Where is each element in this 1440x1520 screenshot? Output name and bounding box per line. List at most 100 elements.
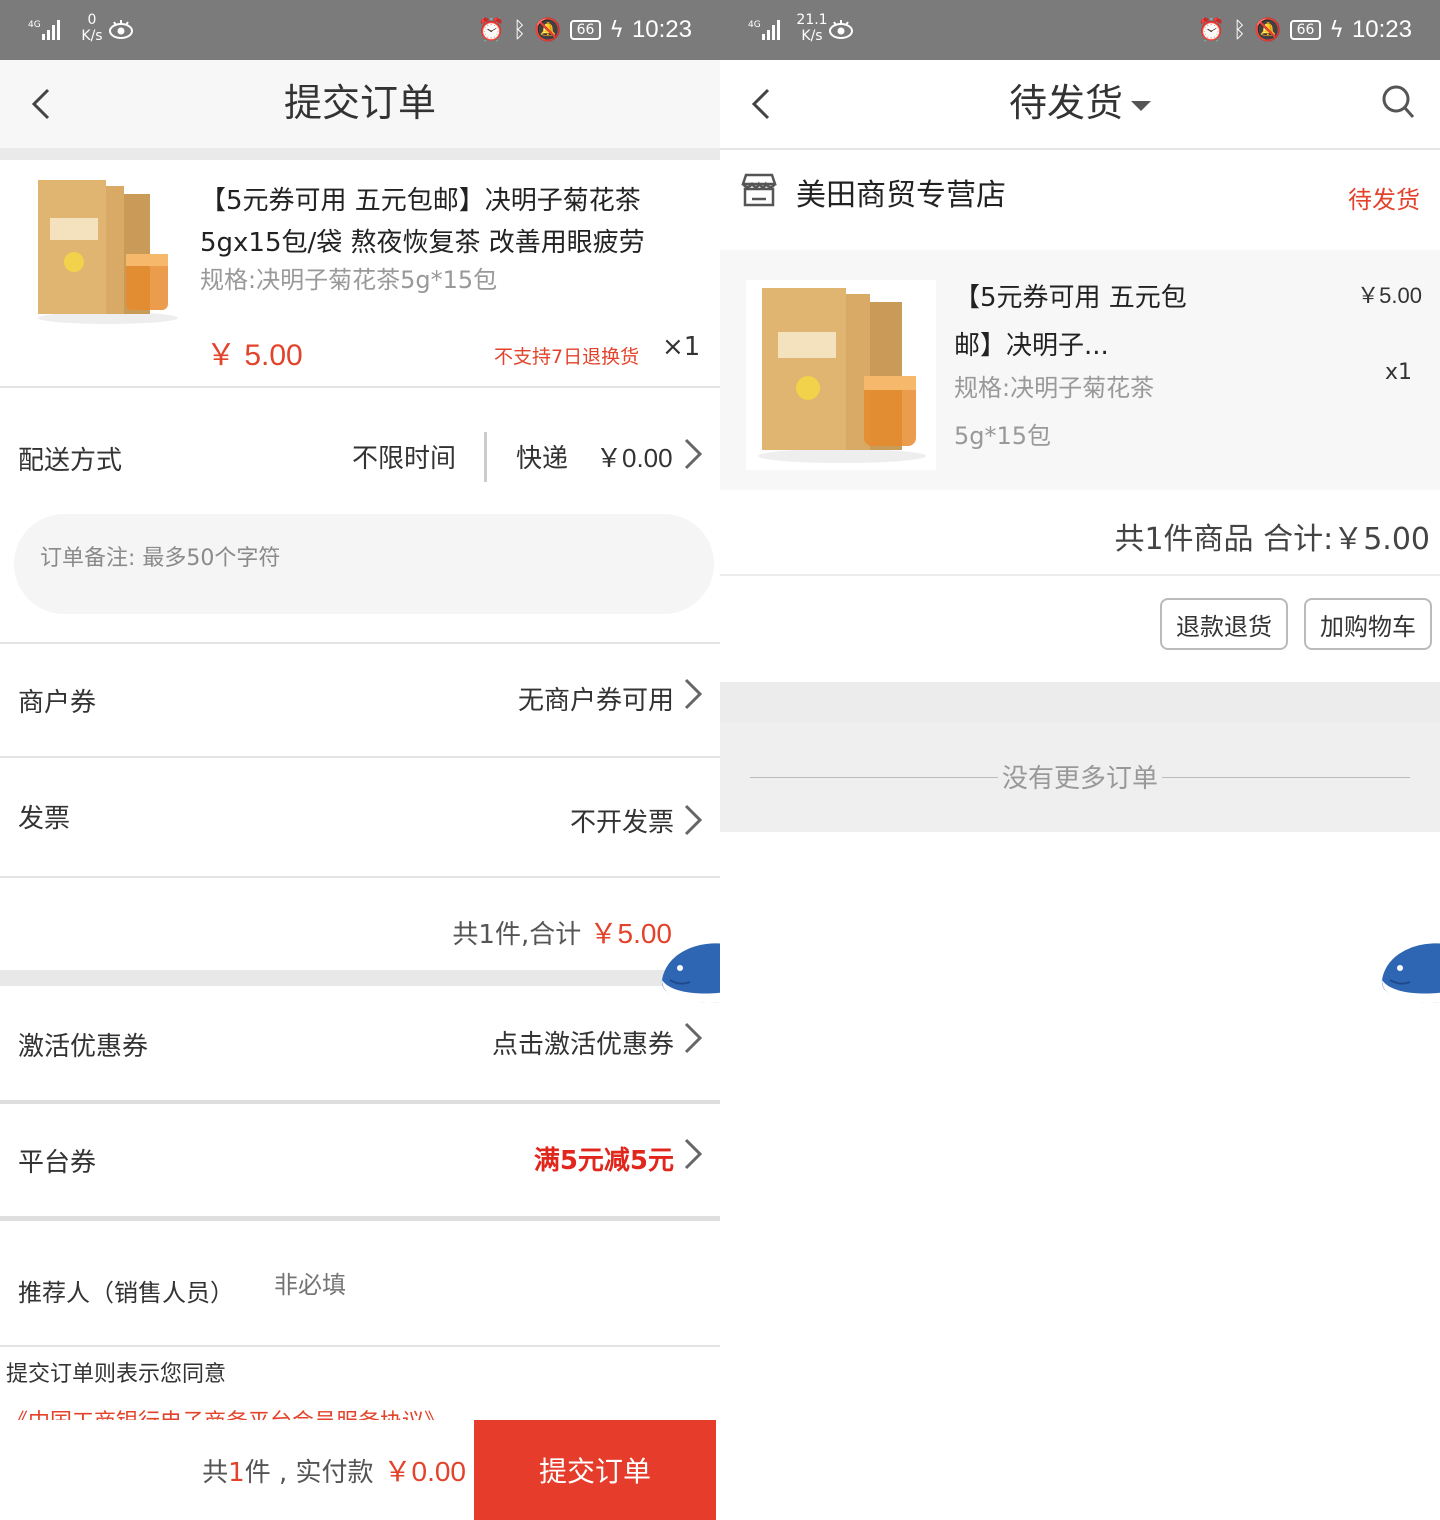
bottom-bar: 共1件 , 实付款 ￥0.00 提交订单 (0, 1420, 720, 1520)
whale-mascot-icon[interactable] (656, 940, 720, 1004)
system-icons: ⏰ ᛒ 🔕 66 ϟ 10:23 (1198, 14, 1412, 46)
clock: 10:23 (631, 16, 692, 43)
shop-name: 美田商贸专营店 (796, 178, 1006, 213)
product-spec: 规格:决明子菊花茶5g*15包 (200, 266, 498, 294)
product-price: ￥5.00 (1357, 283, 1422, 308)
activate-coupon-row[interactable]: 激活优惠券 点击激活优惠券 (0, 986, 720, 1100)
charging-icon: ϟ (609, 17, 624, 43)
order-filter-dropdown[interactable]: 待发货 (720, 78, 1440, 128)
order-summary: 共1件商品 合计:￥5.00 (720, 490, 1440, 576)
order-status: 待发货 (1348, 186, 1420, 214)
referrer-label: 推荐人（销售人员） (18, 1279, 234, 1307)
payable-prefix: 共 (202, 1458, 229, 1488)
page-title: 待发货 (1008, 81, 1123, 125)
remark-input[interactable] (40, 546, 660, 571)
merchant-coupon-label: 商户券 (18, 688, 97, 718)
product-name: 【5元券可用 五元包邮】决明子菊花茶5gx15包/袋 熬夜恢复茶 改善用眼疲劳 (200, 186, 645, 258)
chevron-right-icon (684, 1022, 703, 1054)
activate-coupon-value: 点击激活优惠券 (491, 1030, 674, 1060)
activate-coupon-label: 激活优惠券 (18, 1032, 149, 1062)
order-summary-text: 共1件商品 合计:￥5.00 (1114, 522, 1430, 557)
delivery-fee: ￥0.00 (596, 443, 673, 473)
divider (0, 876, 720, 878)
platform-coupon-row[interactable]: 平台券 满5元减5元 (0, 1104, 720, 1216)
network-speed: 21.1 K/s (796, 12, 828, 44)
battery-icon: 66 (1289, 20, 1322, 40)
product-image (38, 180, 178, 324)
product-spec: 规格:决明子菊花茶5g*15包 (954, 374, 1155, 450)
payable-suffix: 件 , 实付款 (244, 1458, 374, 1488)
shop-header[interactable]: 美田商贸专营店 待发货 (720, 150, 1440, 250)
platform-coupon-label: 平台券 (18, 1148, 97, 1178)
nav-bar: 提交订单 (0, 60, 720, 148)
chevron-right-icon (684, 804, 703, 836)
chevron-right-icon (684, 678, 703, 710)
order-actions: 退款退货 加购物车 (720, 576, 1440, 682)
alarm-icon: ⏰ (477, 17, 505, 43)
delivery-divider (484, 432, 487, 482)
clock: 10:23 (1351, 16, 1412, 43)
delivery-label: 配送方式 (18, 446, 123, 476)
signal-icon: 4G (28, 20, 60, 40)
no-more-orders: 没有更多订单 (720, 722, 1440, 832)
whale-mascot-icon[interactable] (1376, 940, 1440, 1004)
referrer-row: 推荐人（销售人员） (0, 1221, 720, 1345)
submit-order-button[interactable]: 提交订单 (474, 1420, 716, 1520)
order-remark[interactable] (14, 514, 714, 614)
product-price: ￥ 5.00 (206, 339, 303, 372)
section-gap (0, 970, 720, 986)
invoice-value: 不开发票 (569, 808, 674, 838)
eye-comfort-icon (829, 20, 853, 39)
product-quantity: x1 (1384, 360, 1412, 385)
caret-down-icon (1131, 100, 1151, 111)
payable-amount: ￥0.00 (383, 1456, 467, 1487)
orders-screen: 4G 21.1 K/s ⏰ ᛒ 🔕 66 ϟ 10:23 待发货 美田商贸专营店… (720, 0, 1440, 1520)
signal-icon: 4G (748, 20, 780, 40)
chevron-right-icon (684, 438, 703, 470)
merchant-coupon-row[interactable]: 商户券 无商户券可用 (0, 644, 720, 756)
add-to-cart-button[interactable]: 加购物车 (1304, 598, 1432, 650)
status-bar: 4G 0 K/s ⏰ ᛒ 🔕 66 ϟ 10:23 (0, 0, 720, 60)
search-icon[interactable] (1380, 82, 1416, 122)
submit-order-screen: 4G 0 K/s ⏰ ᛒ 🔕 66 ϟ 10:23 提交订单 【5元券可用 五元… (0, 0, 720, 1520)
agreement-text: 提交订单则表示您同意 (6, 1362, 227, 1387)
referrer-input[interactable] (274, 1271, 674, 1299)
order-total: 共1件,合计 ￥5.00 (452, 912, 672, 952)
mute-icon: 🔕 (1254, 17, 1282, 43)
invoice-row[interactable]: 发票 不开发票 (0, 758, 720, 876)
system-icons: ⏰ ᛒ 🔕 66 ϟ 10:23 (478, 14, 692, 46)
delivery-method: 快递 (516, 444, 569, 474)
divider (0, 1345, 720, 1347)
eye-comfort-icon (109, 20, 133, 39)
delivery-row[interactable]: 配送方式 不限时间 快递 ￥0.00 (0, 390, 720, 514)
charging-icon: ϟ (1329, 17, 1344, 43)
svg-text:4G: 4G (28, 20, 41, 30)
network-speed: 0 K/s (81, 12, 103, 44)
chevron-right-icon (684, 1138, 703, 1170)
merchant-coupon-value: 无商户券可用 (517, 686, 674, 716)
product-name: 【5元券可用 五元包邮】决明子... (954, 283, 1187, 361)
status-bar: 4G 21.1 K/s ⏰ ᛒ 🔕 66 ϟ 10:23 (720, 0, 1440, 60)
platform-coupon-value: 满5元减5元 (533, 1146, 674, 1176)
svg-text:4G: 4G (748, 20, 761, 30)
bluetooth-icon: ᛒ (512, 17, 527, 43)
bluetooth-icon: ᛒ (1232, 17, 1247, 43)
nav-gap (0, 148, 720, 160)
section-gap (720, 682, 1440, 722)
payable-summary: 共1件 , 实付款 ￥0.00 (202, 1450, 466, 1490)
invoice-label: 发票 (18, 804, 71, 834)
return-policy: 不支持7日退换货 (494, 346, 640, 368)
refund-return-button[interactable]: 退款退货 (1160, 598, 1288, 650)
delivery-time: 不限时间 (352, 444, 457, 474)
mute-icon: 🔕 (534, 17, 562, 43)
payable-count: 1 (228, 1458, 245, 1488)
product-quantity: ×1 (662, 332, 701, 362)
battery-icon: 66 (569, 20, 602, 40)
no-more-text: 没有更多订单 (997, 764, 1162, 794)
alarm-icon: ⏰ (1197, 17, 1225, 43)
no-more-wrap: 没有更多订单 (720, 758, 1440, 795)
product-card[interactable]: 【5元券可用 五元包邮】决明子菊花茶5gx15包/袋 熬夜恢复茶 改善用眼疲劳 … (0, 160, 720, 388)
page-title: 提交订单 (283, 81, 436, 125)
product-image (746, 280, 936, 470)
order-item[interactable]: 【5元券可用 五元包邮】决明子... 规格:决明子菊花茶5g*15包 ￥5.00… (720, 250, 1440, 490)
